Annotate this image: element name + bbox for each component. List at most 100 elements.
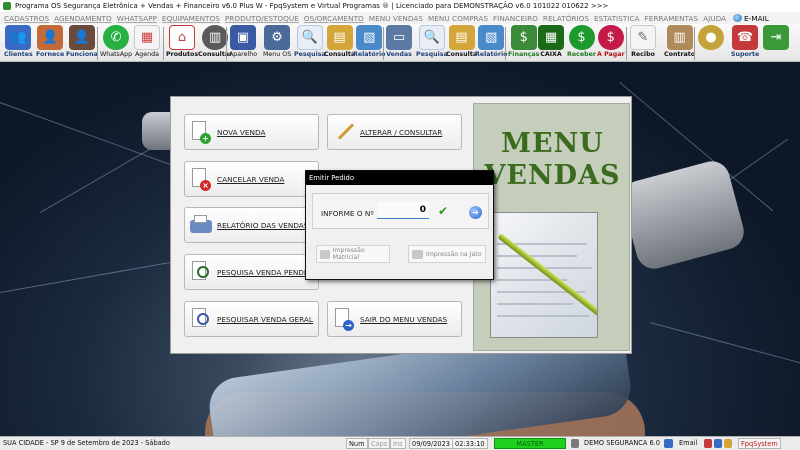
toolbar-receber-button[interactable]: $ Receber [567, 25, 596, 61]
menu-financeiro[interactable]: FINANCEIRO [493, 14, 538, 23]
status-caps-lock: Caps [368, 438, 391, 449]
menu-email[interactable]: E-MAIL [744, 14, 769, 23]
edit-pencil-icon [332, 120, 356, 144]
toolbar-label: Vendas [386, 51, 412, 58]
cancelar-venda-button[interactable]: × CANCELAR VENDA [184, 161, 319, 197]
folder-icon: ▤ [326, 25, 353, 50]
email-icon [664, 439, 673, 448]
toolbar-label: Recibo [631, 51, 655, 58]
toolbar-vendas-button[interactable]: ▭ Vendas [386, 25, 412, 61]
toolbar-label: Fornece [36, 51, 65, 58]
relatorio-vendas-button[interactable]: RELATÓRIO DAS VENDAS [184, 207, 319, 243]
status-email[interactable]: Email [679, 438, 697, 449]
toolbar-separator [163, 27, 164, 60]
pesquisar-venda-geral-button[interactable]: PESQUISAR VENDA GERAL [184, 301, 319, 337]
menu-equipamentos[interactable]: EQUIPAMENTOS [162, 14, 220, 23]
toolbar-label: Agenda [134, 51, 160, 58]
toolbar-menu-os-button[interactable]: ⚙ Menu OS [263, 25, 291, 61]
support-icon: ☎ [732, 25, 759, 50]
toolbar-whatsapp-button[interactable]: ✆ WhatsApp [100, 25, 132, 61]
toolbar-label: Consulta [324, 51, 356, 58]
employee-icon: 👤 [68, 25, 95, 50]
menu-os-orcamento[interactable]: OS/ORÇAMENTO [304, 14, 364, 23]
toolbar: 👥 Clientes 👤 Fornece 👤 Funciona ✆ WhatsA… [0, 24, 800, 62]
title-bar: Programa OS Segurança Eletrônica + Venda… [0, 0, 800, 12]
toolbar-financas-button[interactable]: $ Finanças [508, 25, 539, 61]
toolbar-recibo-button[interactable]: ✎ Recibo [630, 25, 656, 61]
toolbar-coins-button[interactable]: ● [698, 25, 724, 61]
menu-bar: CADASTROS AGENDAMENTO WHATSAPP EQUIPAMEN… [0, 12, 800, 24]
toolbar-produtos-button[interactable]: ⌂ Produtos [166, 25, 198, 61]
impressao-jato-button[interactable]: Impressão na Jato [408, 245, 486, 263]
toolbar-aparelho-button[interactable]: ▣ Aparelho [229, 25, 257, 61]
emitir-pedido-dialog: Emitir Pedido INFORME O Nº ✔ ➜ Impressão… [305, 170, 494, 280]
status-bar: SUA CIDADE - SP 9 de Setembro de 2023 - … [0, 436, 800, 450]
menu-estatistica[interactable]: ESTATISTICA [594, 14, 640, 23]
toolbar-caixa-button[interactable]: ▦ CAIXA [538, 25, 564, 61]
device-icon: ▣ [230, 25, 257, 50]
toolbar-contrato-button[interactable]: ▥ Contrato [664, 25, 695, 61]
toolbar-a-pagar-button[interactable]: $ A Pagar [597, 25, 625, 61]
toolbar-pesquisa-vendas-button[interactable]: 🔍 Pesquisa [416, 25, 448, 61]
toolbar-relatorio-vendas-button[interactable]: ▧ Relatório [475, 25, 507, 61]
toolbar-exit-button[interactable]: ⇥ [763, 25, 789, 61]
impressao-matricial-button[interactable]: Impressão Matricial [316, 245, 390, 263]
button-label: Impressão Matricial [332, 247, 365, 261]
email-globe-icon[interactable] [733, 14, 743, 22]
menu-ferramentas[interactable]: FERRAMENTAS [645, 14, 699, 23]
toolbar-label: Menu OS [263, 51, 292, 58]
pedido-number-input[interactable] [377, 202, 429, 219]
toolbar-suporte-button[interactable]: ☎ Suporte [731, 25, 759, 61]
next-arrow-icon[interactable]: ➜ [469, 206, 482, 219]
whatsapp-icon: ✆ [103, 25, 130, 50]
calendar-icon: ▦ [134, 25, 160, 50]
nova-venda-button[interactable]: + NOVA VENDA [184, 114, 319, 150]
toolbar-clientes-button[interactable]: 👥 Clientes [4, 25, 33, 61]
confirm-check-icon[interactable]: ✔ [438, 204, 448, 218]
toolbar-funciona-button[interactable]: 👤 Funciona [66, 25, 98, 61]
button-label: ALTERAR / CONSULTAR [360, 127, 443, 137]
menu-agendamento[interactable]: AGENDAMENTO [54, 14, 112, 23]
menu-produto-estoque[interactable]: PRODUTO/ESTOQUE [225, 14, 299, 23]
menu-relatorios[interactable]: RELATÓRIOS [543, 14, 589, 23]
toolbar-label: Relatório [475, 51, 508, 58]
status-location-date: SUA CIDADE - SP 9 de Setembro de 2023 - … [3, 439, 170, 447]
status-insert: Ins [390, 438, 406, 449]
button-label: PESQUISAR VENDA GERAL [217, 314, 313, 324]
pen-on-document-image [490, 212, 598, 338]
banner-title-line2: VENDAS [484, 160, 621, 191]
folder-sales-icon: ▤ [448, 25, 475, 50]
products-icon: ⌂ [169, 25, 196, 50]
contract-icon: ▥ [666, 25, 693, 50]
toolbar-agenda-button[interactable]: ▦ Agenda [134, 25, 160, 61]
toolbar-label: Pesquisa [416, 51, 448, 58]
search-sales-icon: 🔍 [418, 25, 445, 50]
menu-cadastros[interactable]: CADASTROS [4, 14, 49, 23]
toolbar-label: Finanças [508, 51, 540, 58]
alterar-consultar-button[interactable]: ALTERAR / CONSULTAR [327, 114, 462, 150]
pesquisa-venda-pendente-button[interactable]: PESQUISA VENDA PENDENTE [184, 254, 323, 290]
menu-compras[interactable]: MENU COMPRAS [428, 14, 488, 23]
toolbar-fornece-button[interactable]: 👤 Fornece [36, 25, 64, 61]
toolbar-relatorio-os-button[interactable]: ▧ Relatório [353, 25, 385, 61]
toolbar-consultar-button[interactable]: ▥ Consultar [198, 25, 232, 61]
dialog-input-group: INFORME O Nº ✔ ➜ [312, 193, 489, 229]
status-num-lock: Num [346, 438, 368, 449]
monitor-icon [571, 439, 579, 448]
search-doc-icon: 🔍 [296, 25, 323, 50]
menu-vendas[interactable]: MENU VENDAS [369, 14, 423, 23]
status-time: 02:33:10 [452, 438, 488, 449]
toolbar-label: WhatsApp [100, 51, 133, 58]
toolbar-pesquisa-os-button[interactable]: 🔍 Pesquisa [294, 25, 326, 61]
toolbar-label: Produtos [166, 51, 199, 58]
menu-ajuda[interactable]: AJUDA [703, 14, 726, 23]
status-icon-b [714, 439, 722, 448]
inkjet-printer-icon [412, 249, 423, 259]
sair-menu-vendas-button[interactable]: → SAIR DO MENU VENDAS [327, 301, 462, 337]
status-master-badge: MASTER [494, 438, 566, 449]
report-icon: ▧ [356, 25, 383, 50]
toolbar-consulta-vendas-button[interactable]: ▤ Consulta [446, 25, 477, 61]
menu-whatsapp[interactable]: WHATSAPP [117, 14, 157, 23]
printer-icon [189, 213, 213, 237]
toolbar-consulta-os-button[interactable]: ▤ Consulta [324, 25, 355, 61]
